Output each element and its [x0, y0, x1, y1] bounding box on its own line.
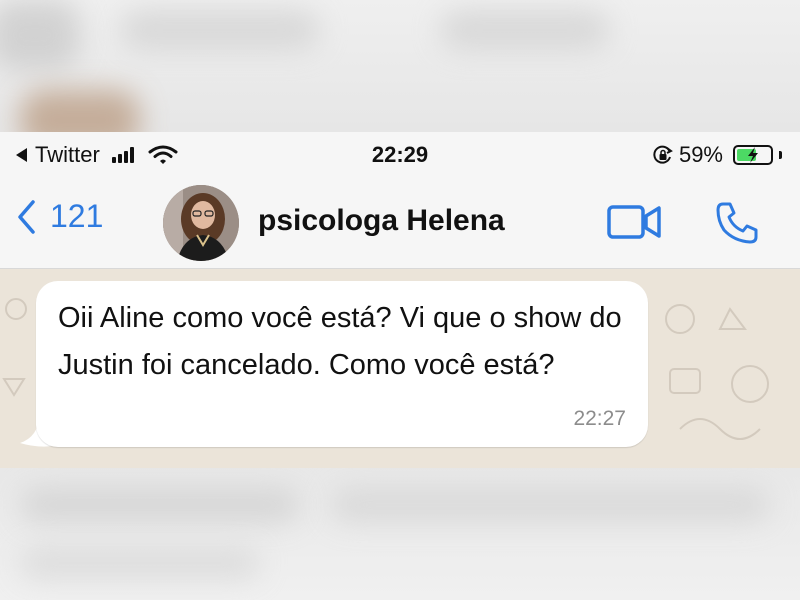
message-text: Oii Aline como você está? Vi que o show … [58, 302, 622, 381]
chat-area: Oii Aline como você está? Vi que o show … [0, 269, 800, 468]
message-time: 22:27 [573, 407, 626, 430]
screenshot: Twitter 22:29 59% 121 psicologa Helena O… [0, 0, 800, 600]
wallpaper-doodles [665, 304, 769, 440]
status-bar-right: 59% [653, 142, 782, 168]
battery-cap [779, 151, 782, 159]
chevron-left-icon [18, 199, 35, 234]
avatar[interactable] [163, 185, 239, 261]
video-call-button[interactable] [606, 202, 664, 247]
video-call-icon [607, 205, 661, 239]
battery-percent: 59% [678, 142, 723, 167]
phone-call-icon [716, 202, 758, 244]
bolt-icon [748, 147, 758, 163]
battery-charging-icon [733, 145, 773, 165]
phone-call-button[interactable] [714, 200, 760, 251]
message-bubble[interactable]: Oii Aline como você está? Vi que o show … [36, 281, 648, 447]
back-button[interactable]: 121 [16, 198, 103, 235]
contact-name[interactable]: psicologa Helena [258, 204, 505, 238]
chat-header: 121 psicologa Helena [0, 178, 800, 269]
blurred-background-top [0, 0, 800, 132]
orientation-lock-icon [653, 145, 673, 164]
status-bar: Twitter 22:29 59% [0, 132, 800, 178]
unread-count: 121 [50, 198, 104, 234]
blurred-background-bottom [0, 468, 800, 600]
contact-photo [163, 185, 239, 261]
